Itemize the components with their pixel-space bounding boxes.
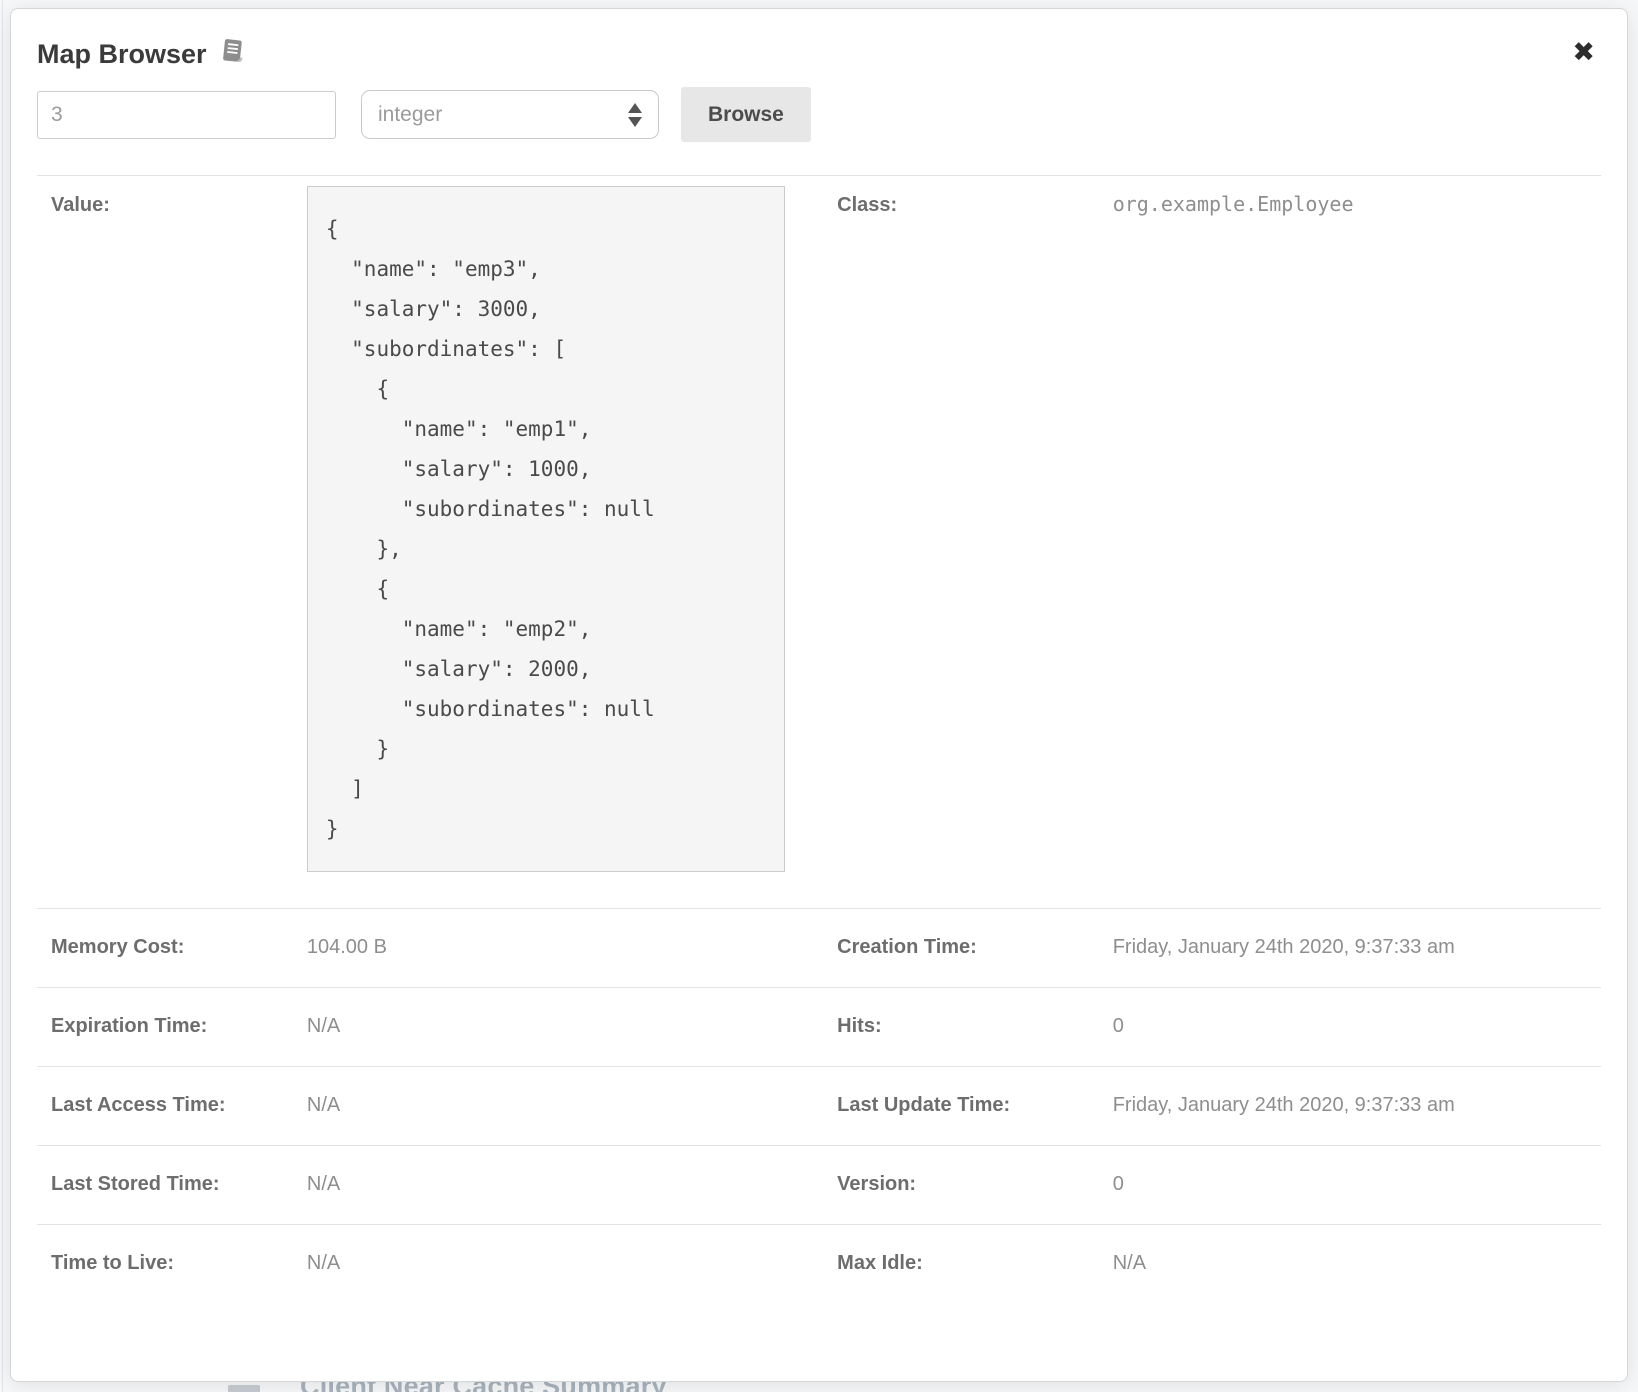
last-update-time-label: Last Update Time: [811, 1067, 1093, 1146]
detail-row: Time to Live: N/A Max Idle: N/A [37, 1225, 1601, 1304]
expiration-time-label: Expiration Time: [37, 988, 303, 1067]
value-cell: { "name": "emp3", "salary": 3000, "subor… [303, 176, 811, 909]
memory-cost-value: 104.00 B [303, 909, 811, 988]
creation-time-label: Creation Time: [811, 909, 1093, 988]
browse-controls: integer Browse [37, 87, 1601, 142]
class-label: Class: [811, 176, 1093, 909]
entry-detail-table: Value: { "name": "emp3", "salary": 3000,… [37, 175, 1601, 1303]
key-input[interactable] [37, 91, 336, 139]
detail-row: Last Stored Time: N/A Version: 0 [37, 1146, 1601, 1225]
hits-value: 0 [1093, 988, 1601, 1067]
close-icon[interactable]: ✖ [1572, 39, 1595, 66]
detail-row: Memory Cost: 104.00 B Creation Time: Fri… [37, 909, 1601, 988]
last-stored-time-value: N/A [303, 1146, 811, 1225]
version-value: 0 [1093, 1146, 1601, 1225]
key-type-selected-option: integer [378, 103, 442, 127]
expiration-time-value: N/A [303, 988, 811, 1067]
modal-title: Map Browser [37, 37, 246, 71]
hits-label: Hits: [811, 988, 1093, 1067]
map-browser-modal: Map Browser ✖ integer Browse [10, 8, 1628, 1382]
value-label: Value: [37, 176, 303, 909]
value-class-row: Value: { "name": "emp3", "salary": 3000,… [37, 176, 1601, 909]
browse-button[interactable]: Browse [681, 87, 811, 142]
max-idle-value: N/A [1093, 1225, 1601, 1304]
last-stored-time-label: Last Stored Time: [37, 1146, 303, 1225]
time-to-live-label: Time to Live: [37, 1225, 303, 1304]
updown-arrows-icon [628, 103, 642, 127]
detail-row: Expiration Time: N/A Hits: 0 [37, 988, 1601, 1067]
memory-cost-label: Memory Cost: [37, 909, 303, 988]
value-json-text: { "name": "emp3", "salary": 3000, "subor… [326, 209, 766, 849]
background-page-edge [2, 0, 3, 1392]
modal-title-text: Map Browser [37, 39, 207, 70]
last-access-time-label: Last Access Time: [37, 1067, 303, 1146]
value-json-viewer: { "name": "emp3", "salary": 3000, "subor… [307, 186, 785, 872]
background-ui-fragment [228, 1385, 260, 1392]
detail-row: Last Access Time: N/A Last Update Time: … [37, 1067, 1601, 1146]
version-label: Version: [811, 1146, 1093, 1225]
key-type-select[interactable]: integer [361, 90, 659, 139]
max-idle-label: Max Idle: [811, 1225, 1093, 1304]
book-icon [217, 36, 247, 73]
last-update-time-value: Friday, January 24th 2020, 9:37:33 am [1093, 1067, 1601, 1146]
last-access-time-value: N/A [303, 1067, 811, 1146]
class-value: org.example.Employee [1093, 176, 1601, 909]
creation-time-value: Friday, January 24th 2020, 9:37:33 am [1093, 909, 1601, 988]
modal-header: Map Browser ✖ [37, 9, 1601, 79]
time-to-live-value: N/A [303, 1225, 811, 1304]
